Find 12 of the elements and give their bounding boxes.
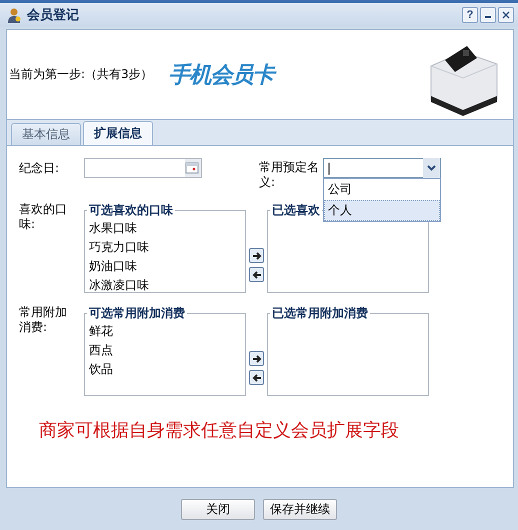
field-label: 喜欢的口味: (19, 202, 68, 232)
field-label: 常用预定名义: (259, 159, 320, 190)
notice-text: 商家可根据自身需求任意自定义会员扩展字段 (39, 419, 400, 442)
list-title: 可选常用附加消费 (88, 305, 186, 322)
list-title: 已选喜欢 (271, 202, 321, 219)
logo-text: 手机会员卡 (168, 60, 274, 90)
list-title: 已选常用附加消费 (271, 305, 369, 322)
field-label: 纪念日: (19, 160, 60, 177)
window-title: 会员登记 (27, 7, 79, 24)
field-label: 常用附加消费: (19, 305, 68, 335)
step-text: 当前为第一步:（共有3步） (9, 66, 153, 83)
list-title: 可选喜欢的口味 (88, 202, 174, 219)
